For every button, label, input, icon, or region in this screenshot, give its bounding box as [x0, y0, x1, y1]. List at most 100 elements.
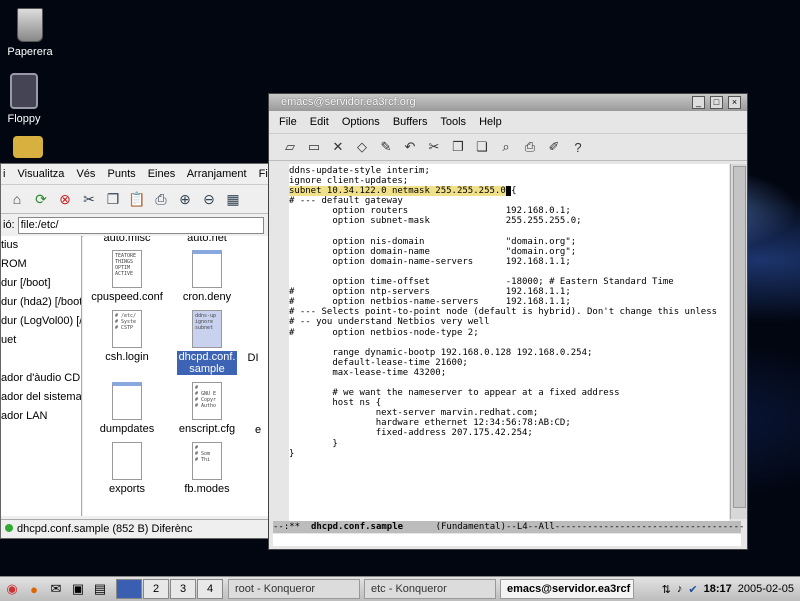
search-icon[interactable]: ⌕ [495, 136, 517, 158]
file-item[interactable]: cron.deny [163, 250, 251, 303]
menu-help[interactable]: Help [479, 116, 502, 128]
file-item[interactable]: auto.misc [83, 236, 171, 244]
file-label: auto.net [187, 236, 227, 244]
file-item[interactable]: e [243, 424, 271, 436]
sidebar-item[interactable]: uet [1, 331, 81, 350]
customize-icon[interactable]: ✐ [543, 136, 565, 158]
file-item[interactable]: exports [83, 442, 171, 495]
zoom-out-icon[interactable]: ⊖ [199, 189, 219, 209]
modeline-buffer-name: dhcpd.conf.sample [310, 522, 404, 532]
menu-ves[interactable]: Vés [76, 168, 95, 180]
desktop-icon-label: Paperera [7, 46, 53, 58]
desktop-icon-trash[interactable]: Paperera [0, 8, 60, 58]
cut-icon[interactable]: ✂ [423, 136, 445, 158]
task-emacs[interactable]: emacs@servidor.ea3rcf [500, 579, 634, 599]
stop-icon[interactable]: ⊗ [55, 189, 75, 209]
location-input[interactable] [17, 216, 264, 234]
menu-tools[interactable]: Tools [440, 116, 466, 128]
start-menu-icon[interactable]: ◉ [2, 580, 22, 598]
print-icon[interactable]: ⎙ [151, 189, 171, 209]
paste-icon[interactable]: ❏ [471, 136, 493, 158]
file-label: fb.modes [184, 483, 230, 495]
update-icon[interactable]: ✔ [688, 583, 697, 596]
sidebar-item[interactable] [1, 350, 81, 369]
reload-icon[interactable]: ⟳ [31, 189, 51, 209]
file-thumbnail: # /etc/ # Syste # CSTP [112, 310, 142, 348]
volume-icon[interactable]: ♪ [677, 583, 683, 595]
menu-arranjament[interactable]: Arranjament [187, 168, 247, 180]
sidebar-item[interactable]: ador del sistema d [1, 388, 81, 407]
pager-desktop-3[interactable]: 3 [170, 579, 196, 599]
file-item[interactable]: TEATORE THINGS OPTIM ACTIVE cpuspeed.con… [83, 250, 171, 303]
pager-desktop-4[interactable]: 4 [197, 579, 223, 599]
file-label: csh.login [105, 351, 149, 363]
task-label: root - Konqueror [235, 583, 316, 595]
kill-buffer-icon[interactable]: ✕ [327, 136, 349, 158]
file-label: DI [247, 352, 259, 364]
emacs-minibuffer[interactable] [273, 534, 741, 546]
file-thumbnail: # # Som # Thi [192, 442, 222, 480]
pager-desktop-2[interactable]: 2 [143, 579, 169, 599]
file-item[interactable]: auto.net [163, 236, 251, 244]
menu-eines[interactable]: Eines [148, 168, 176, 180]
task-root-konqueror[interactable]: root - Konqueror [228, 579, 360, 599]
home-icon[interactable]: ⌂ [7, 189, 27, 209]
paste-icon[interactable]: 📋 [127, 189, 147, 209]
desktop-icon-folder[interactable] [0, 136, 58, 162]
menu-file[interactable]: File [279, 116, 297, 128]
emacs-titlebar[interactable]: emacs@servidor.ea3rcf.org _ □ × [269, 94, 747, 111]
file-item[interactable]: dumpdates [83, 382, 171, 435]
menu-options[interactable]: Options [342, 116, 380, 128]
scrollbar-thumb[interactable] [733, 166, 746, 508]
save-as-icon[interactable]: ✎ [375, 136, 397, 158]
menu-punts[interactable]: Punts [108, 168, 136, 180]
icon-view-icon[interactable]: ▦ [223, 189, 243, 209]
desktop-icon-floppy[interactable]: Floppy [0, 73, 54, 125]
help-icon[interactable]: ? [567, 136, 589, 158]
cut-icon[interactable]: ✂ [79, 189, 99, 209]
sidebar-item[interactable]: dur (LogVol00) [/ [1, 312, 81, 331]
file-item-selected[interactable]: ddns-up ignore subnet dhcpd.conf. sample [163, 310, 251, 375]
sidebar-item[interactable]: ador d'àudio CD [1, 369, 81, 388]
emacs-scrollbar[interactable] [730, 164, 747, 519]
save-icon[interactable]: ◇ [351, 136, 373, 158]
clock-time[interactable]: 18:17 [704, 583, 732, 595]
clock-date[interactable]: 2005-02-05 [738, 583, 794, 595]
konqueror-window: i Visualitza Vés Punts Eines Arranjament… [0, 163, 272, 539]
open-dir-icon[interactable]: ▭ [303, 136, 325, 158]
copy-icon[interactable]: ❐ [103, 189, 123, 209]
location-label: ió: [3, 219, 15, 231]
copy-icon[interactable]: ❐ [447, 136, 469, 158]
menu-fragment[interactable]: i [3, 168, 5, 180]
zoom-in-icon[interactable]: ⊕ [175, 189, 195, 209]
browser-icon[interactable]: ● [24, 580, 44, 598]
menu-visualitza[interactable]: Visualitza [18, 168, 65, 180]
open-file-icon[interactable]: ▱ [279, 136, 301, 158]
office-icon[interactable]: ▤ [90, 580, 110, 598]
mail-icon[interactable]: ✉ [46, 580, 66, 598]
task-etc-konqueror[interactable]: etc - Konqueror [364, 579, 496, 599]
file-label: enscript.cfg [178, 423, 236, 435]
file-item[interactable]: # # Som # Thi fb.modes [163, 442, 251, 495]
sidebar-item[interactable]: ador LAN [1, 407, 81, 426]
minimize-icon[interactable]: _ [692, 96, 705, 109]
sidebar-item[interactable]: ROM [1, 255, 81, 274]
sidebar-item[interactable]: dur (hda2) [/boot [1, 293, 81, 312]
emacs-buffer[interactable]: ddns-update-style interim; ignore client… [289, 164, 729, 521]
network-icon[interactable]: ⇅ [662, 583, 671, 596]
terminal-icon[interactable]: ▣ [68, 580, 88, 598]
file-item[interactable]: # # GNU E # Copyr # Autho enscript.cfg [163, 382, 251, 435]
undo-icon[interactable]: ↶ [399, 136, 421, 158]
desktop-pager: 2 3 4 [116, 579, 224, 599]
maximize-icon[interactable]: □ [710, 96, 723, 109]
print-icon[interactable]: ⎙ [519, 136, 541, 158]
sidebar-item[interactable]: dur [/boot] [1, 274, 81, 293]
close-icon[interactable]: × [728, 96, 741, 109]
menu-edit[interactable]: Edit [310, 116, 329, 128]
file-item[interactable]: DI [233, 352, 271, 364]
sidebar-item[interactable]: tius [1, 236, 81, 255]
pager-desktop-1[interactable] [116, 579, 142, 599]
menu-buffers[interactable]: Buffers [393, 116, 428, 128]
file-item[interactable]: # /etc/ # Syste # CSTP csh.login [83, 310, 171, 363]
emacs-modeline: --:** dhcpd.conf.sample (Fundamental)--L… [273, 521, 744, 533]
